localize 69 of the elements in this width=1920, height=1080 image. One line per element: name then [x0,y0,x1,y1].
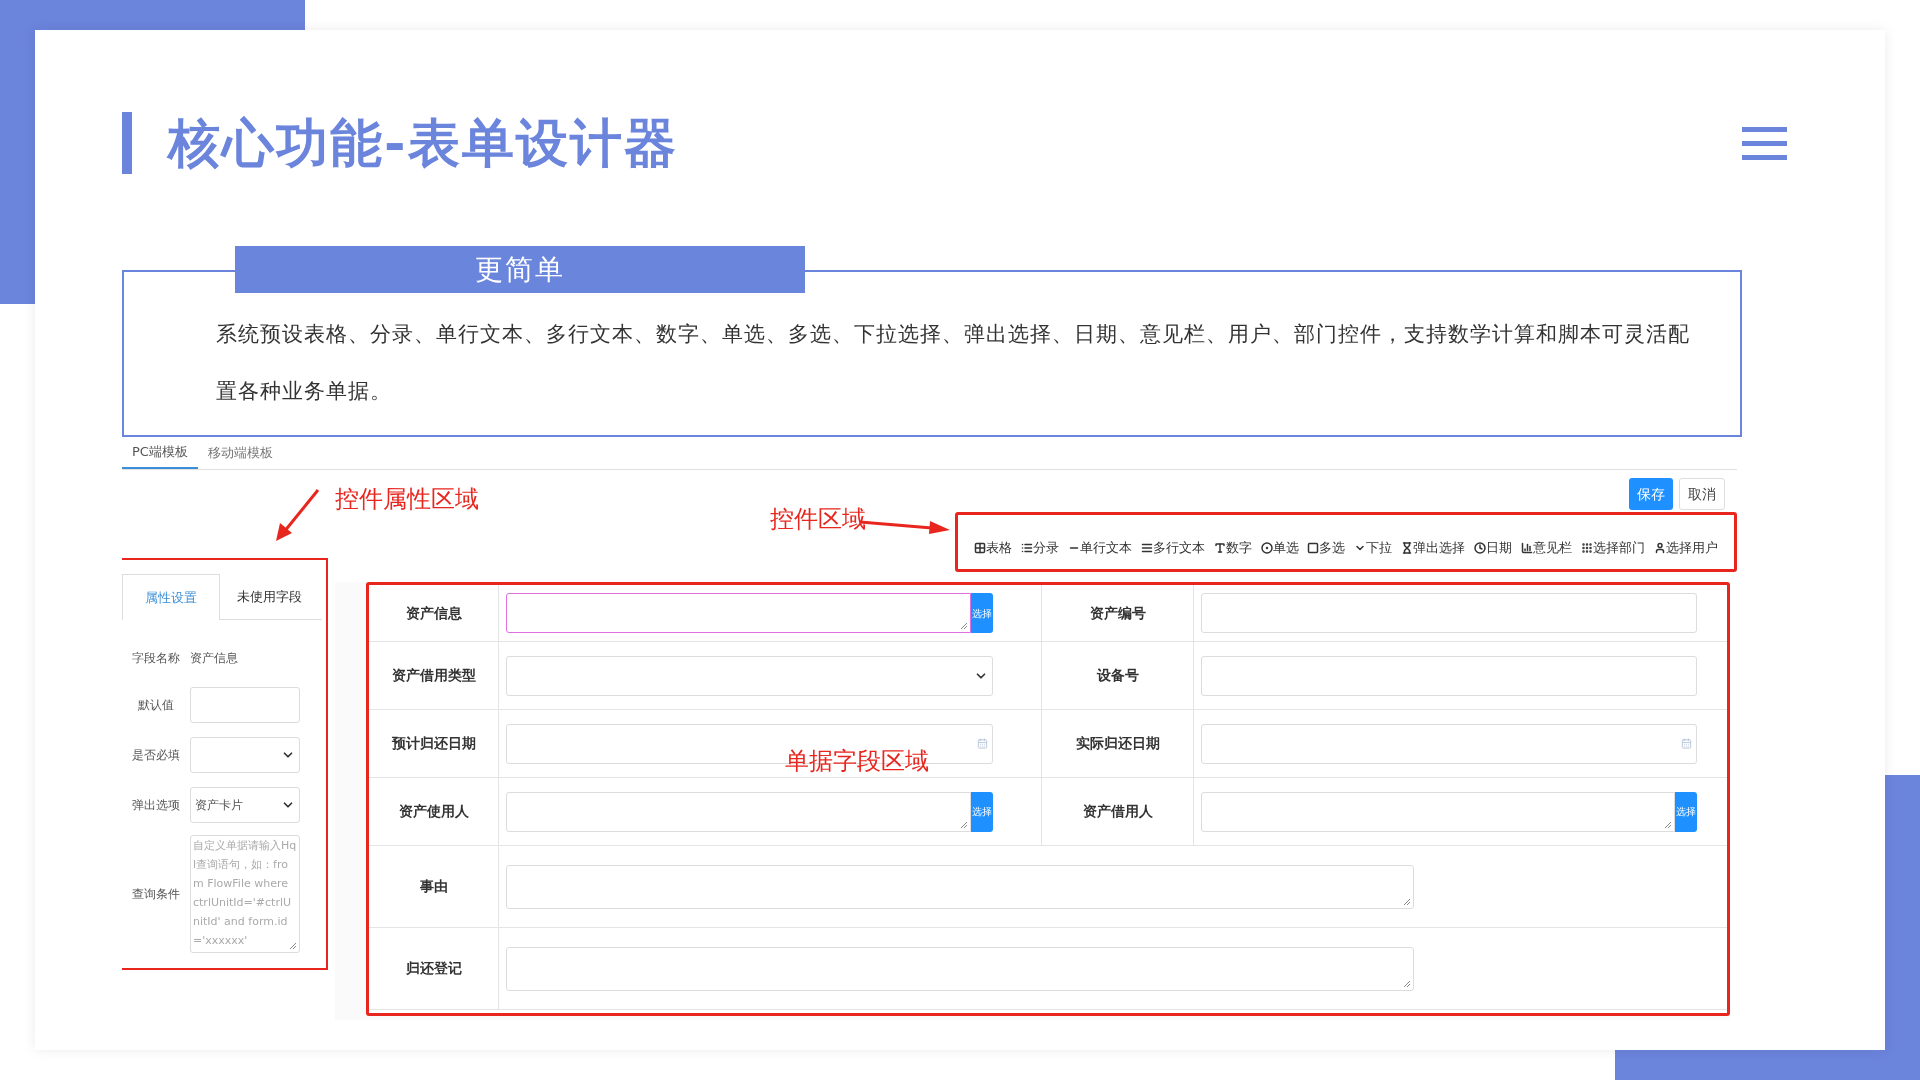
form-label: 预计归还日期 [391,734,476,753]
property-tab[interactable]: 未使用字段 [220,574,318,619]
annotation-label: 控件属性区域 [335,484,479,515]
calendar-icon [1681,738,1692,749]
section-paragraph: 系统预设表格、分录、单行文本、多行文本、数字、单选、多选、下拉选择、弹出选择、日期、意见栏、用户、部门控件，支持数学计算和脚本可灵活配置各种业务单据。 [216,321,1691,405]
form-label: 资产信息 [405,603,462,623]
field-value: 资产信息 [190,650,238,667]
select-field[interactable]: 资产卡片 [190,787,300,823]
form-label: 资产使用人 [398,802,469,821]
select-field[interactable] [190,737,300,773]
resize-grip-icon [1403,979,1411,988]
calendar-icon [977,738,988,749]
toolbar-control-button[interactable]: 数字 [1213,538,1252,558]
resize-grip-icon [960,622,968,630]
section-heading: 更简单 [235,246,805,293]
annotation-label: 控件区域 [770,504,866,535]
user-icon [1653,542,1666,554]
field-label: 字段名称 [131,650,181,667]
text-area-field[interactable] [506,593,971,633]
form-label: 归还登记 [405,959,462,978]
toolbar-control-button[interactable]: 日期 [1474,538,1513,558]
input-field[interactable] [1201,655,1697,696]
form-label: 事由 [419,877,448,896]
field-label: 弹出选项 [131,797,181,814]
title-accent-bar [122,112,132,174]
toolbar-control-button[interactable]: 选择用户 [1653,538,1718,558]
form-label: 实际归还日期 [1075,734,1160,753]
slide-title: 核心功能-表单设计器 [168,111,678,175]
toolbar-control-button[interactable]: 表格 [974,538,1012,558]
toolbar-control-button[interactable]: 下拉 [1354,538,1393,558]
select-field[interactable] [506,655,993,696]
date-field[interactable] [1201,723,1697,764]
resize-grip-icon [1664,820,1672,829]
letter-t-icon [1213,542,1226,554]
input-field[interactable] [1201,593,1697,633]
menu-icon[interactable] [1742,126,1787,160]
input-field[interactable] [190,687,300,723]
form-label: 资产编号 [1089,603,1146,623]
field-label: 查询条件 [131,886,181,903]
template-tab[interactable]: PC端模板 [122,437,198,469]
toolbar-control-button[interactable]: 多行文本 [1140,538,1205,558]
toolbar-control-button[interactable]: 单行文本 [1067,538,1132,558]
list-icon [1020,542,1033,554]
resize-grip-icon [1403,897,1411,906]
form-label: 设备号 [1096,666,1139,685]
lines-icon [1140,542,1153,554]
form-label: 资产借用类型 [391,666,476,685]
property-tab[interactable]: 属性设置 [122,574,220,620]
resize-grip-icon [289,942,297,950]
square-icon [1307,542,1320,554]
resize-grip-icon [960,820,968,829]
cancel-button[interactable]: 取消 [1679,478,1725,510]
bar-chart-icon [1521,542,1534,554]
radio-icon [1260,542,1273,554]
clock-icon [1474,542,1487,554]
dots-grid-icon [1580,542,1593,554]
template-tab[interactable]: 移动端模板 [197,437,283,469]
grid-icon [974,542,986,554]
toolbar-control-button[interactable]: 选择部门 [1580,538,1645,558]
toolbar-control-button[interactable]: 多选 [1307,538,1346,558]
toolbar-control-button[interactable]: 弹出选择 [1401,538,1466,558]
toolbar-control-button[interactable]: 单选 [1260,538,1299,558]
field-label: 默认值 [137,697,175,714]
hourglass-icon [1401,542,1414,554]
toolbar-control-button[interactable]: 意见栏 [1521,538,1573,558]
annotation-label: 单据字段区域 [785,746,929,777]
toolbar-control-button[interactable]: 分录 [1020,538,1059,558]
form-label: 资产借用人 [1082,802,1153,821]
field-label: 是否必填 [131,747,181,764]
